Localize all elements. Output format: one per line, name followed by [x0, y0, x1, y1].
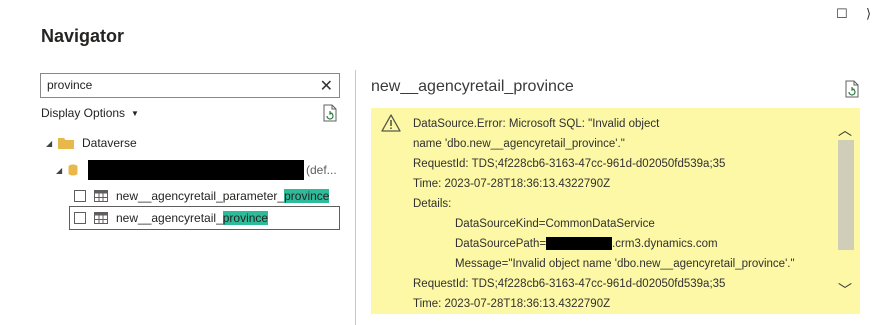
- search-highlight: province: [222, 211, 269, 225]
- database-icon: [68, 164, 78, 176]
- redacted-org-name: [546, 237, 613, 251]
- datasource-path-domain: .crm3.dynamics.com: [612, 238, 718, 250]
- table-icon: [94, 190, 108, 202]
- datasource-path-label: DataSourcePath=: [455, 238, 547, 250]
- search-box: ✕: [40, 73, 340, 98]
- preview-refresh-icon[interactable]: [844, 80, 860, 103]
- item-label: new__agencyretail_: [116, 211, 223, 225]
- display-options-dropdown[interactable]: Display Options ▼: [41, 106, 139, 120]
- item-checkbox[interactable]: [74, 190, 86, 202]
- scroll-thumb[interactable]: [838, 140, 854, 250]
- expand-icon[interactable]: ◢: [56, 166, 68, 175]
- tree-item-parameter-province[interactable]: new__agencyretail_parameter_ province: [74, 186, 330, 206]
- page-title: Navigator: [41, 26, 125, 46]
- error-message-panel: DataSource.Error: Microsoft SQL: "Invali…: [371, 108, 860, 314]
- item-label: new__agencyretail_parameter_: [116, 189, 285, 203]
- error-text: DataSource.Error: Microsoft SQL: "Invali…: [413, 114, 795, 314]
- item-checkbox[interactable]: [74, 212, 86, 224]
- error-scrollbar[interactable]: ︿ ﹀: [832, 108, 860, 314]
- error-line: DataSource.Error: Microsoft SQL: "Invali…: [413, 118, 660, 130]
- refresh-icon[interactable]: [322, 104, 338, 127]
- pane-divider[interactable]: [355, 70, 356, 325]
- error-line: Message="Invalid object name 'dbo.new__a…: [455, 258, 795, 270]
- tree-item-province[interactable]: new__agencyretail_ province: [69, 206, 340, 230]
- search-input[interactable]: [41, 74, 301, 96]
- expand-icon[interactable]: ◢: [46, 139, 58, 148]
- environment-suffix: (def...: [306, 163, 337, 177]
- error-line: DataSourceKind=CommonDataService: [455, 218, 655, 230]
- scroll-up-icon[interactable]: ︿: [838, 120, 852, 140]
- tree-node-label: Dataverse: [82, 136, 137, 150]
- chevron-down-icon: ▼: [131, 109, 139, 119]
- error-line: Time: 2023-07-28T18:36:13.4322790Z: [413, 178, 611, 190]
- search-highlight: province: [284, 189, 330, 203]
- error-line: RequestId: TDS;4f228cb6-3163-47cc-961d-d…: [413, 278, 726, 290]
- clear-search-icon[interactable]: ✕: [320, 76, 333, 96]
- redacted-environment-name: [88, 160, 304, 180]
- error-line: name 'dbo.new__agencyretail_province'.": [413, 138, 625, 150]
- error-line-datasource-path: DataSourcePath= .crm3.dynamics.com: [413, 234, 795, 254]
- preview-title: new__agencyretail_province: [371, 78, 574, 95]
- folder-icon: [58, 138, 74, 149]
- error-line: Details:: [413, 198, 452, 210]
- display-options-label: Display Options: [41, 106, 126, 120]
- warning-icon: [381, 114, 401, 132]
- tree-node-dataverse[interactable]: ◢ Dataverse: [46, 136, 137, 150]
- error-line: Time: 2023-07-28T18:36:13.4322790Z: [413, 298, 611, 310]
- close-icon[interactable]: ⟩: [866, 6, 871, 22]
- maximize-icon[interactable]: ☐: [836, 6, 848, 22]
- table-icon: [94, 212, 108, 224]
- tree-node-environment[interactable]: ◢ (def...: [56, 160, 337, 180]
- error-line: RequestId: TDS;4f228cb6-3163-47cc-961d-d…: [413, 158, 726, 170]
- scroll-down-icon[interactable]: ﹀: [838, 280, 852, 300]
